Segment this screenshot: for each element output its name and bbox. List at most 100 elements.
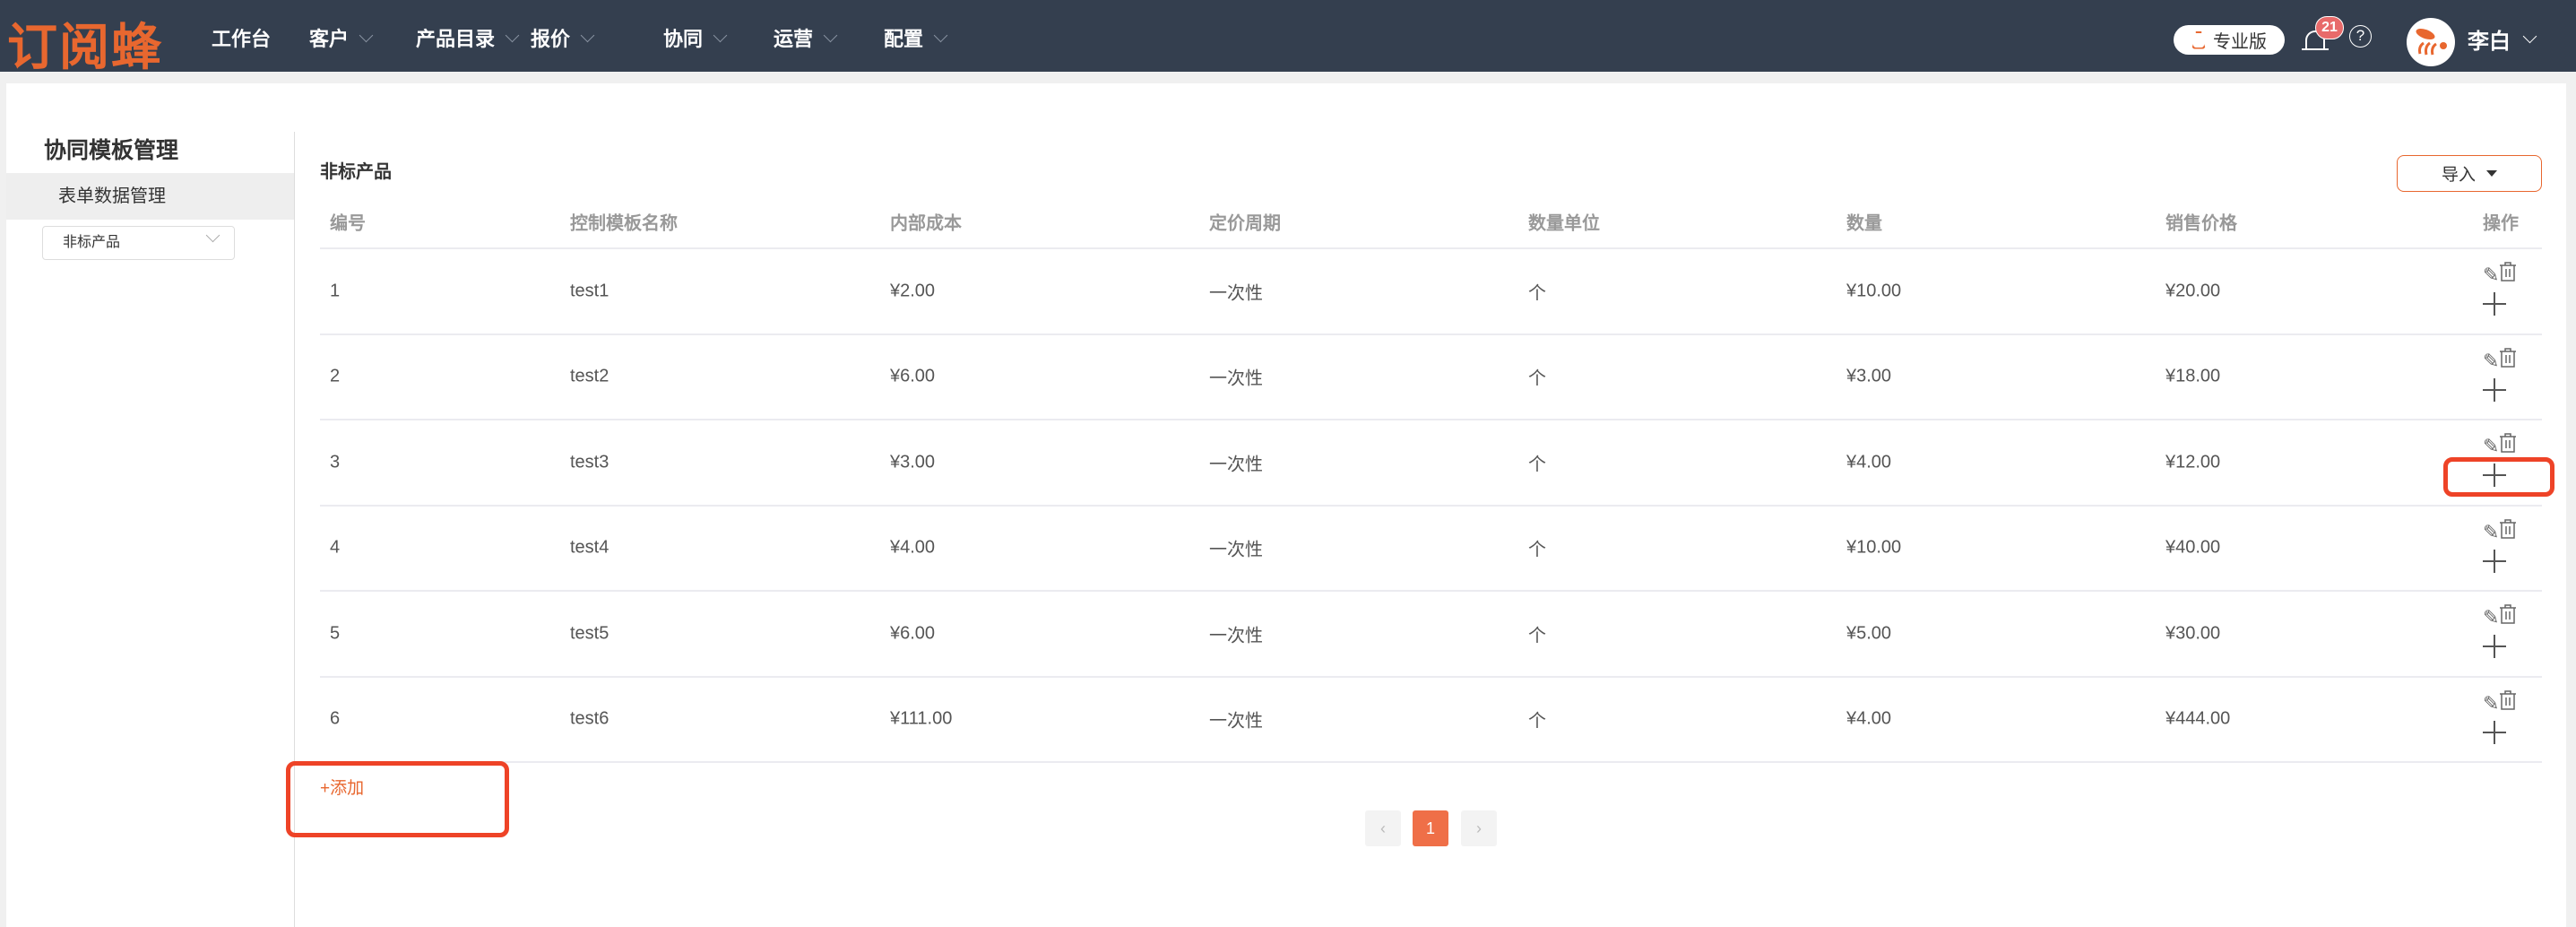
chevron-down-icon — [713, 28, 728, 42]
trash-icon[interactable] — [2499, 433, 2517, 453]
table-cell: 一次性 — [1209, 540, 1263, 560]
nav-item[interactable]: 运营 — [774, 23, 838, 52]
table-cell: 个 — [1528, 283, 1546, 304]
table-cell: 个 — [1528, 368, 1546, 389]
user-name: 李白 — [2468, 30, 2511, 54]
annotation-highlight-add-row — [2443, 457, 2554, 497]
chevron-down-icon — [580, 28, 595, 42]
table-cell: 1 — [330, 281, 341, 301]
table-cell: test4 — [570, 537, 609, 558]
table-cell: ¥4.00 — [1846, 452, 1892, 472]
table-cell: ¥444.00 — [2165, 708, 2231, 729]
annotation-highlight-add-button — [286, 761, 509, 837]
edition-label: 专业版 — [2213, 32, 2267, 52]
import-label: 导入 — [2441, 166, 2476, 185]
table-header: 编号 控制模板名称 内部成本 定价周期 数量单位 数量 销售价格 操作 — [320, 195, 2542, 249]
nav-item[interactable]: 产品目录 — [416, 23, 520, 52]
table-cell: ¥3.00 — [890, 452, 936, 472]
edition-badge[interactable]: 专业版 — [2174, 25, 2285, 55]
table-row: 3 test3 ¥3.00 一次性 个 ¥4.00 ¥12.00 ✎ — [320, 420, 2542, 507]
row-actions: ✎ — [2483, 604, 2519, 628]
column-header: 内部成本 — [890, 213, 962, 234]
table-row: 4 test4 ¥4.00 一次性 个 ¥10.00 ¥40.00 ✎ — [320, 507, 2542, 592]
table-cell: ¥10.00 — [1846, 281, 1902, 301]
top-navbar: 订阅蜂 工作台 客户 产品目录 报价 协同 运营 配置 专业版 21 ? 李白 — [0, 0, 2576, 75]
table-cell: ¥4.00 — [890, 537, 936, 558]
help-icon[interactable]: ? — [2349, 25, 2372, 48]
table-cell: 一次性 — [1209, 368, 1263, 389]
table-row: 5 test5 ¥6.00 一次性 个 ¥5.00 ¥30.00 ✎ — [320, 592, 2542, 678]
trash-icon[interactable] — [2499, 518, 2517, 539]
table-row: 6 test6 ¥111.00 一次性 个 ¥4.00 ¥444.00 ✎ — [320, 678, 2542, 763]
table-cell: test1 — [570, 281, 609, 301]
table-cell: ¥30.00 — [2165, 623, 2221, 644]
nav-item[interactable]: 协同 — [663, 23, 728, 52]
column-header: 数量单位 — [1528, 213, 1600, 234]
trash-icon[interactable] — [2499, 604, 2517, 624]
column-header: 定价周期 — [1209, 213, 1281, 234]
page-1-button[interactable]: 1 — [1413, 810, 1448, 846]
import-button[interactable]: 导入 — [2397, 155, 2542, 192]
edit-icon[interactable]: ✎ — [2483, 521, 2499, 543]
add-row-icon[interactable] — [2483, 292, 2506, 316]
row-actions: ✎ — [2483, 518, 2519, 543]
edit-icon[interactable]: ✎ — [2483, 692, 2499, 715]
data-table: 编号 控制模板名称 内部成本 定价周期 数量单位 数量 销售价格 操作 1 test1 ¥2.00 一… — [320, 195, 2542, 763]
table-cell: 3 — [330, 452, 341, 472]
nav-item[interactable]: 工作台 — [212, 23, 271, 52]
column-header: 操作 — [2483, 213, 2519, 234]
table-cell: ¥40.00 — [2165, 537, 2221, 558]
table-cell: 2 — [330, 366, 341, 386]
table-cell: ¥3.00 — [1846, 366, 1892, 386]
row-actions: ✎ — [2483, 347, 2519, 372]
nav-item[interactable]: 配置 — [884, 23, 948, 52]
table-row: 1 test1 ¥2.00 一次性 个 ¥10.00 ¥20.00 ✎ — [320, 249, 2542, 335]
nav-item-label: 报价 — [531, 28, 571, 50]
table-cell: 一次性 — [1209, 455, 1263, 475]
nav-item-label: 工作台 — [212, 28, 272, 50]
user-menu[interactable]: 李白 — [2468, 23, 2537, 55]
table-cell: 一次性 — [1209, 283, 1263, 304]
nav-item[interactable]: 客户 — [309, 23, 374, 52]
sidebar-title: 协同模板管理 — [44, 138, 179, 163]
nav-item[interactable]: 报价 — [531, 23, 595, 52]
table-cell: 个 — [1528, 626, 1546, 646]
bee-logo-icon — [2416, 28, 2447, 56]
nav-item-label: 客户 — [309, 28, 350, 50]
table-cell: 一次性 — [1209, 711, 1263, 732]
add-row-icon[interactable] — [2483, 549, 2506, 573]
table-cell: ¥4.00 — [1846, 708, 1892, 729]
table-cell: ¥2.00 — [890, 281, 936, 301]
column-header: 控制模板名称 — [570, 213, 678, 234]
trash-icon[interactable] — [2499, 347, 2517, 368]
row-actions: ✎ — [2483, 689, 2519, 715]
trash-icon[interactable] — [2499, 262, 2517, 282]
add-row-icon[interactable] — [2483, 635, 2506, 658]
column-header: 编号 — [330, 213, 366, 234]
table-cell: ¥111.00 — [890, 708, 953, 729]
chevron-down-icon — [933, 28, 948, 42]
prev-page-button[interactable]: ‹ — [1365, 810, 1401, 846]
sidebar-item-form-data[interactable]: 表单数据管理 — [6, 173, 294, 220]
table-cell: 6 — [330, 708, 341, 729]
table-cell: test6 — [570, 708, 609, 729]
add-row-icon[interactable] — [2483, 377, 2506, 402]
edit-icon[interactable]: ✎ — [2483, 436, 2499, 457]
avatar[interactable] — [2407, 18, 2455, 66]
chevron-down-icon — [359, 28, 374, 42]
next-page-button[interactable]: › — [1461, 810, 1497, 846]
logo[interactable]: 订阅蜂 — [7, 7, 163, 80]
chevron-down-icon — [205, 228, 220, 243]
edit-icon[interactable]: ✎ — [2483, 607, 2499, 628]
category-select[interactable]: 非标产品 — [42, 226, 235, 260]
table-cell: ¥5.00 — [1846, 623, 1892, 644]
caret-down-icon — [2486, 170, 2497, 177]
notification-badge[interactable]: 21 — [2315, 16, 2344, 39]
edit-icon[interactable]: ✎ — [2483, 350, 2499, 372]
trash-icon[interactable] — [2499, 689, 2517, 710]
add-row-icon[interactable] — [2483, 720, 2506, 744]
table-cell: ¥6.00 — [890, 366, 936, 386]
chevron-down-icon — [2522, 29, 2537, 44]
edit-icon[interactable]: ✎ — [2483, 264, 2499, 286]
table-cell: test3 — [570, 452, 609, 472]
